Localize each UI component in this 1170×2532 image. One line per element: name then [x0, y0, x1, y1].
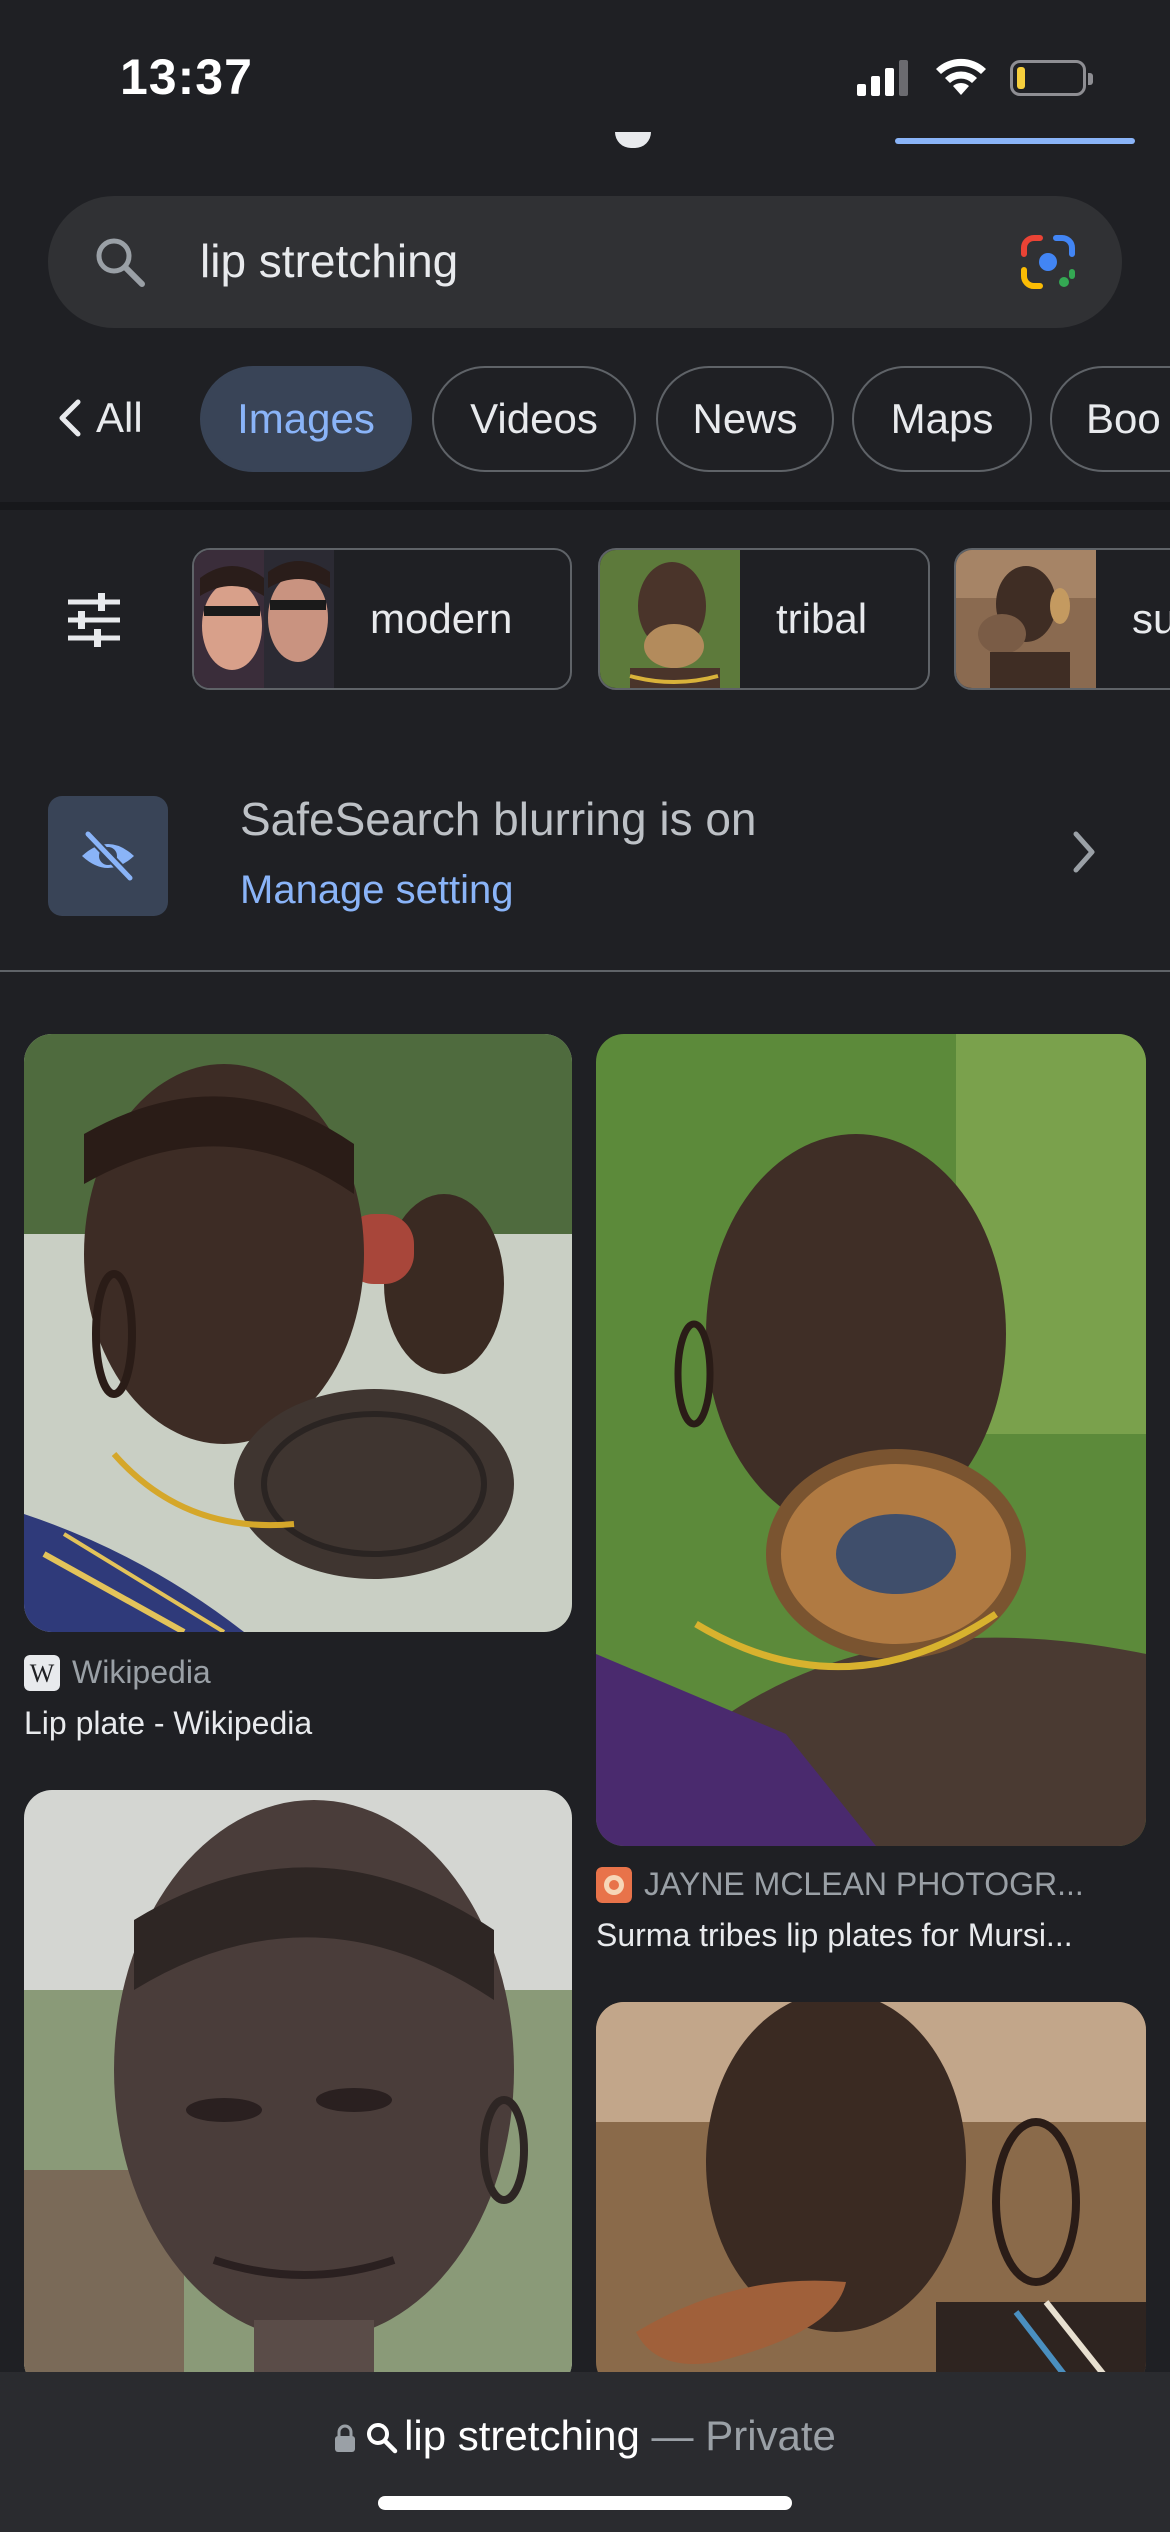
refinement-chips: modern tribal su [0, 546, 1170, 692]
scroll-partial-bar [895, 138, 1135, 144]
result-photo [24, 1790, 572, 2390]
tune-filter-icon[interactable] [64, 590, 124, 650]
result-source-name: JAYNE MCLEAN PHOTOGR... [644, 1866, 1084, 1902]
status-bar: 13:37 [0, 0, 1170, 150]
address-text[interactable]: lip stretching — Private [0, 2412, 1170, 2460]
address-separator: — [639, 2412, 706, 2459]
tab-books[interactable]: Boo [1050, 366, 1170, 472]
chip-thumbnail [956, 550, 1096, 688]
search-tabs: All Images Videos News Maps Boo [0, 362, 1170, 474]
manage-setting-link[interactable]: Manage setting [240, 868, 514, 913]
result-meta[interactable]: W Wikipedia Lip plate - Wikipedia [24, 1654, 572, 1742]
result-image[interactable] [596, 2002, 1146, 2390]
chip-su[interactable]: su [954, 548, 1170, 690]
safesearch-title: SafeSearch blurring is on [240, 793, 757, 845]
site-favicon-icon [596, 1866, 632, 1903]
result-source: JAYNE MCLEAN PHOTOGR... [596, 1866, 1146, 1903]
tab-all-label: All [96, 394, 143, 441]
cellular-signal-icon [857, 60, 908, 96]
result-title[interactable]: Surma tribes lip plates for Mursi... [596, 1917, 1146, 1954]
chip-label: tribal [776, 595, 868, 642]
search-query[interactable]: lip stretching [200, 234, 458, 288]
address-query: lip stretching [404, 2412, 640, 2459]
status-time: 13:37 [120, 49, 253, 105]
search-icon [96, 238, 145, 287]
tab-all[interactable]: All [56, 372, 143, 464]
result-meta[interactable]: JAYNE MCLEAN PHOTOGR... Surma tribes lip… [596, 1866, 1146, 1954]
chip-modern[interactable]: modern [192, 548, 572, 690]
private-mode-label: Private [705, 2412, 836, 2459]
result-image[interactable] [596, 1034, 1146, 1846]
wifi-icon [936, 58, 986, 95]
chevron-left-icon [59, 399, 81, 437]
tab-images[interactable]: Images [200, 366, 412, 472]
tab-maps[interactable]: Maps [852, 366, 1032, 472]
home-indicator[interactable] [378, 2496, 792, 2510]
tab-news[interactable]: News [656, 366, 834, 472]
result-source: W Wikipedia [24, 1654, 572, 1691]
chip-label: su [1132, 595, 1170, 642]
scroll-partial-element [615, 132, 651, 148]
battery-icon [1010, 60, 1093, 96]
tab-videos[interactable]: Videos [432, 366, 636, 472]
divider [0, 502, 1170, 510]
result-image[interactable] [24, 1790, 572, 2390]
result-source-name: Wikipedia [72, 1654, 211, 1690]
safesearch-icon-box [48, 796, 168, 916]
chip-thumbnail [600, 550, 740, 688]
chevron-right-icon[interactable] [1070, 830, 1098, 874]
search-box[interactable]: lip stretching [48, 196, 1122, 328]
divider [0, 970, 1170, 972]
chip-tribal[interactable]: tribal [598, 548, 930, 690]
svg-text:W: W [30, 1659, 55, 1688]
browser-address-bar[interactable]: lip stretching — Private [0, 2372, 1170, 2532]
google-lens-icon[interactable] [1018, 232, 1078, 292]
battery-level [1017, 67, 1025, 89]
chip-label: modern [370, 595, 513, 642]
result-photo [24, 1034, 572, 1632]
result-image[interactable] [24, 1034, 572, 1632]
search-icon [367, 2423, 398, 2454]
chip-thumbnail [194, 550, 334, 688]
result-photo [596, 1034, 1146, 1846]
result-title[interactable]: Lip plate - Wikipedia [24, 1705, 572, 1742]
wikipedia-icon: W [24, 1654, 60, 1691]
lock-icon [335, 2424, 356, 2452]
safesearch-banner[interactable]: SafeSearch blurring is on Manage setting [0, 770, 1170, 940]
result-photo [596, 2002, 1146, 2390]
eye-off-icon [82, 830, 134, 882]
